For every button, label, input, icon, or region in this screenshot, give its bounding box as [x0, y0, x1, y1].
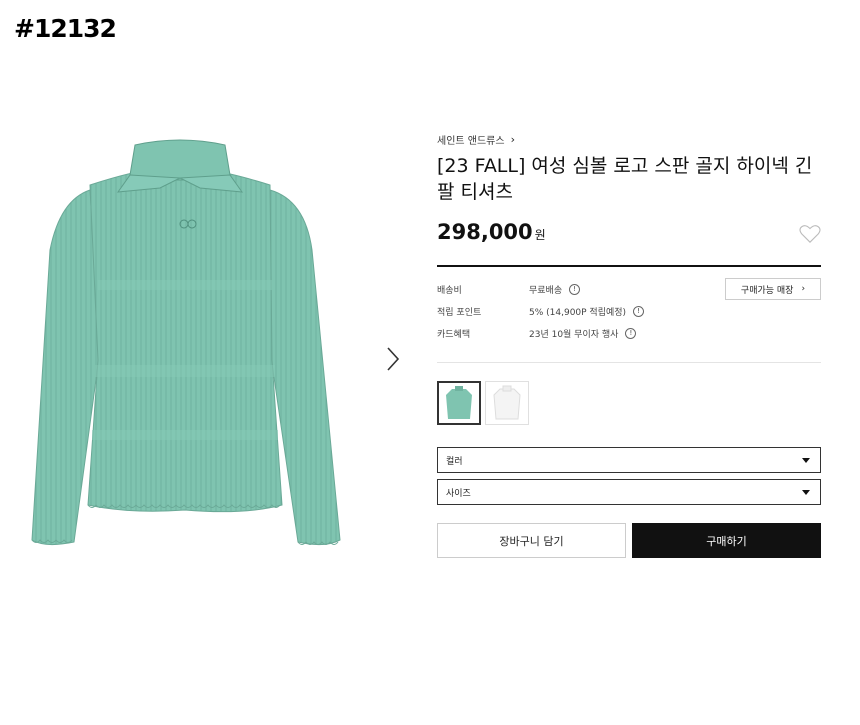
available-store-label: 구매가능 매장	[740, 285, 794, 296]
card-benefit-row: 카드혜택 23년 10월 무이자 행사!	[437, 324, 821, 342]
info-icon[interactable]: !	[625, 327, 637, 339]
price-row: 298,000 원	[437, 220, 821, 250]
swatch-green[interactable]	[437, 381, 481, 425]
card-benefit-label: 카드혜택	[437, 329, 471, 340]
available-store-button[interactable]: 구매가능 매장 ›	[725, 278, 821, 300]
caret-down-icon	[802, 457, 810, 463]
chevron-right-icon: ›	[510, 133, 515, 146]
info-icon[interactable]: !	[569, 283, 581, 295]
color-swatches	[437, 381, 529, 425]
buy-now-button[interactable]: 구매하기	[632, 523, 821, 558]
size-select-label: 사이즈	[446, 488, 471, 499]
shirt-thumbnail-icon	[493, 385, 521, 420]
swatch-white[interactable]	[485, 381, 529, 425]
color-select-label: 컬러	[446, 456, 463, 467]
add-to-cart-button[interactable]: 장바구니 담기	[437, 523, 626, 558]
divider	[437, 265, 821, 267]
divider	[437, 362, 821, 363]
chevron-right-icon: ›	[801, 284, 806, 294]
shipping-value: 무료배송	[529, 285, 563, 296]
caret-down-icon	[802, 489, 810, 495]
points-value: 5% (14,900P 적립예정)	[529, 307, 627, 318]
shipping-label: 배송비	[437, 285, 462, 296]
price-currency: 원	[534, 228, 546, 242]
info-icon[interactable]: !	[633, 305, 645, 317]
price-value: 298,000	[437, 220, 533, 244]
brand-link[interactable]: 세인트 앤드류스	[437, 132, 505, 147]
color-select[interactable]: 컬러	[437, 447, 821, 473]
product-title: [23 FALL] 여성 심볼 로고 스판 골지 하이넥 긴팔 티셔츠	[437, 155, 813, 203]
card-benefit-value: 23년 10월 무이자 행사	[529, 329, 619, 340]
heart-icon[interactable]	[799, 224, 821, 244]
chevron-right-icon[interactable]	[383, 345, 403, 373]
breadcrumb[interactable]: 세인트 앤드류스 ›	[437, 132, 515, 147]
size-select[interactable]: 사이즈	[437, 479, 821, 505]
points-label: 적립 포인트	[437, 307, 482, 318]
product-image	[31, 139, 341, 546]
watermark-label: #12132	[14, 14, 117, 43]
shirt-thumbnail-icon	[446, 386, 472, 419]
points-row: 적립 포인트 5% (14,900P 적립예정)!	[437, 302, 821, 320]
